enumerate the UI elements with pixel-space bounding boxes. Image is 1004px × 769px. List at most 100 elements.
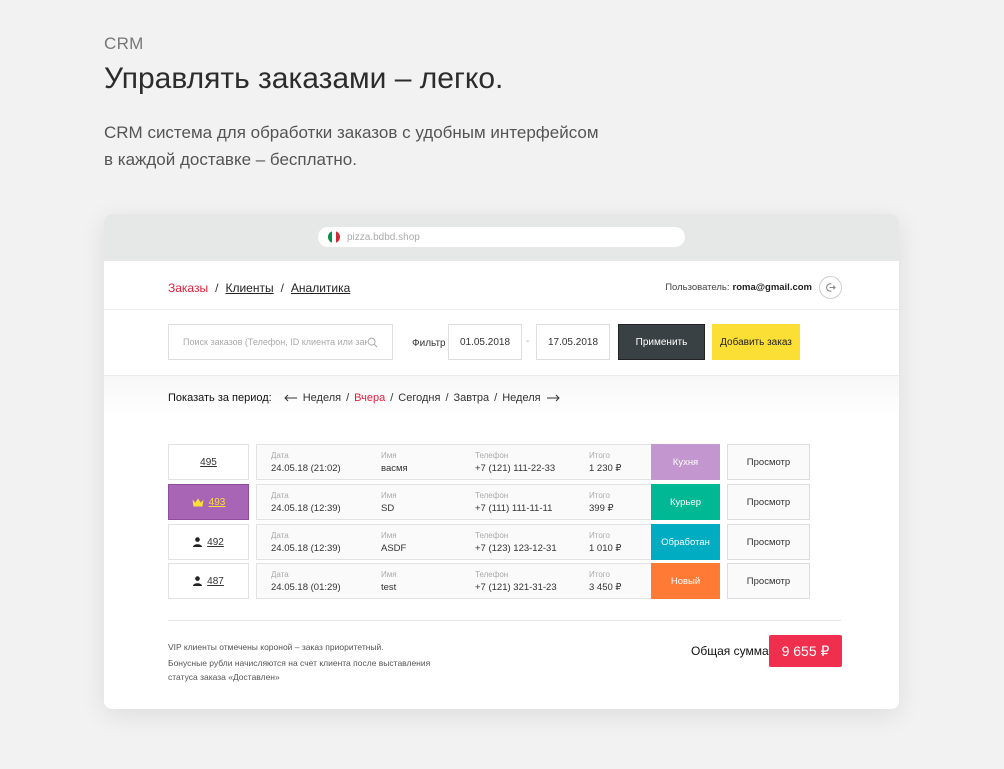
date-dash: - [526,336,530,347]
search-box [168,324,393,360]
view-order-button[interactable]: Просмотр [727,444,810,480]
phone-field: Телефон +7 (121) 111-22-33 [475,451,555,474]
add-order-button[interactable]: Добавить заказ [712,324,800,360]
breadcrumb-separator: / [280,281,284,295]
logout-icon [826,283,836,292]
period-yesterday[interactable]: Вчера [354,392,385,404]
name-field: Имя васмя [381,451,408,474]
order-info: Дата 24.05.18 (01:29) Имя test Телефон +7 (… [256,563,652,599]
total-field: Итого 1 010 ₽ [589,531,621,554]
view-order-button[interactable]: Просмотр [727,563,810,599]
date-field: Дата 24.05.18 (21:02) [271,451,341,474]
status-badge: Обработан [651,524,720,560]
date-field: Дата 24.05.18 (12:39) [271,531,341,554]
logout-button[interactable] [819,276,842,299]
bonus-note: Бонусные рубли начисляются на счет клиен… [168,658,431,682]
date-value: 24.05.18 (12:39) [271,543,341,554]
view-order-button[interactable]: Просмотр [727,484,810,520]
name-field: Имя ASDF [381,531,406,554]
order-id-link[interactable]: 493 [209,497,226,508]
name-label: Имя [381,451,397,460]
period-selector: Показать за период: Неделя / Вчера / Сег… [168,392,560,404]
date-label: Дата [271,491,289,500]
name-field: Имя test [381,570,397,593]
order-id-link[interactable]: 492 [207,537,224,548]
divider [168,620,841,621]
total-value: 399 ₽ [589,503,614,514]
total-label: Итого [589,491,610,500]
period-today[interactable]: Сегодня [398,392,440,404]
search-input[interactable] [169,337,367,347]
order-id-cell[interactable]: 492 [168,524,249,560]
arrow-left-icon[interactable] [284,394,298,402]
period-separator: / [390,392,394,404]
italy-flag-icon [328,231,340,243]
period-label: Показать за период: [168,392,272,404]
orders-content: Показать за период: Неделя / Вчера / Сег… [104,376,899,709]
name-value: ASDF [381,543,407,554]
hero-desc-line1: CRM система для обработки заказов с удоб… [104,123,599,142]
user-label: Пользователь: [665,282,730,293]
order-id-cell[interactable]: 493 [168,484,249,520]
view-order-button[interactable]: Просмотр [727,524,810,560]
period-week-prev[interactable]: Неделя [303,392,341,404]
user-icon [193,537,203,547]
filter-label: Фильтр [412,338,446,349]
browser-bar: pizza.bdbd.shop [104,214,899,261]
name-label: Имя [381,570,397,579]
apply-button[interactable]: Применить [618,324,705,360]
order-id-link[interactable]: 495 [200,457,217,468]
status-badge: Новый [651,563,720,599]
name-field: Имя SD [381,491,397,514]
date-to-input[interactable] [536,324,610,360]
order-id-cell[interactable]: 487 [168,563,249,599]
user-icon [193,576,203,586]
period-separator: / [346,392,350,404]
date-value: 24.05.18 (01:29) [271,582,341,593]
date-label: Дата [271,451,289,460]
name-label: Имя [381,531,397,540]
user-info: Пользователь: roma@gmail.com [665,276,842,299]
hero-desc-line2: в каждой доставке – бесплатно. [104,150,357,169]
phone-field: Телефон +7 (111) 111-11-11 [475,491,552,514]
phone-label: Телефон [475,491,509,500]
order-id-cell[interactable]: 495 [168,444,249,480]
date-field: Дата 24.05.18 (12:39) [271,491,341,514]
order-info: Дата 24.05.18 (21:02) Имя васмя Телефон +7 … [256,444,652,480]
date-field: Дата 24.05.18 (01:29) [271,570,341,593]
grand-total-badge: 9 655 ₽ [769,635,842,667]
name-value: test [381,582,397,593]
date-value: 24.05.18 (21:02) [271,463,341,474]
search-icon[interactable] [367,337,378,348]
order-id-link[interactable]: 487 [207,576,224,587]
phone-value: +7 (111) 111-11-11 [475,503,553,514]
nav-clients-link[interactable]: Клиенты [225,281,273,295]
nav-orders-link[interactable]: Заказы [168,281,208,295]
arrow-right-icon[interactable] [546,394,560,402]
total-value: 1 010 ₽ [589,543,622,554]
nav-analytics-link[interactable]: Аналитика [291,281,350,295]
date-label: Дата [271,570,289,579]
breadcrumb-separator: / [215,281,219,295]
name-label: Имя [381,491,397,500]
period-separator: / [445,392,449,404]
total-value: 1 230 ₽ [589,463,622,474]
status-badge: Кухня [651,444,720,480]
top-nav: Заказы / Клиенты / Аналитика Пользовател… [104,261,899,310]
date-from-input[interactable] [448,324,522,360]
date-label: Дата [271,531,289,540]
total-field: Итого 1 230 ₽ [589,451,621,474]
period-week-next[interactable]: Неделя [502,392,540,404]
hero-tag: CRM [104,34,144,53]
filter-bar: Фильтр - Применить Добавить заказ [104,310,899,376]
total-field: Итого 399 ₽ [589,491,614,514]
total-label: Итого [589,570,610,579]
status-badge: Курьер [651,484,720,520]
period-tomorrow[interactable]: Завтра [454,392,490,404]
phone-field: Телефон +7 (123) 123-12-31 [475,531,557,554]
period-separator: / [494,392,498,404]
phone-label: Телефон [475,451,509,460]
total-label: Итого [589,531,610,540]
user-email: roma@gmail.com [732,282,812,293]
url-bar[interactable]: pizza.bdbd.shop [318,227,685,247]
